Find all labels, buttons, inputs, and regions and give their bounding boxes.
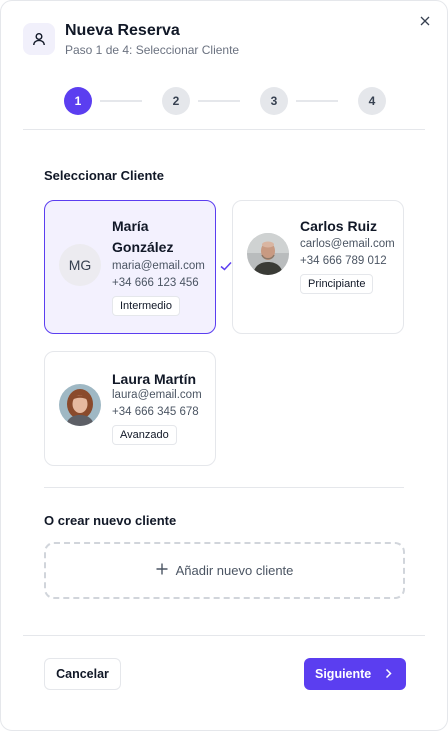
level-badge: Principiante xyxy=(300,274,374,294)
step-1: 1 xyxy=(64,87,92,115)
footer-divider xyxy=(23,635,425,636)
next-button[interactable]: Siguiente xyxy=(304,658,406,690)
client-name: Laura Martín xyxy=(112,371,197,387)
divider xyxy=(23,129,425,130)
dialog-subtitle: Paso 1 de 4: Seleccionar Cliente xyxy=(65,43,240,57)
check-icon xyxy=(219,259,233,271)
client-phone: +34 666 789 012 xyxy=(300,255,387,267)
plus-icon xyxy=(156,563,168,578)
avatar xyxy=(247,233,289,275)
client-card-laura[interactable]: Laura Martín laura@email.com +34 666 345… xyxy=(44,351,216,466)
step-connector xyxy=(296,100,338,102)
client-card-carlos[interactable]: Carlos Ruiz carlos@email.com +34 666 789… xyxy=(232,200,404,334)
client-card-maria[interactable]: MG María González maria@email.com +34 66… xyxy=(44,200,216,334)
add-client-button[interactable]: Añadir nuevo cliente xyxy=(44,542,405,599)
level-badge: Avanzado xyxy=(112,425,177,445)
new-booking-dialog: Nueva Reserva Paso 1 de 4: Seleccionar C… xyxy=(0,0,448,731)
client-email: maria@email.com xyxy=(112,260,205,272)
select-client-heading: Seleccionar Cliente xyxy=(44,168,164,183)
step-4: 4 xyxy=(358,87,386,115)
client-phone: +34 666 123 456 xyxy=(112,277,199,289)
step-connector xyxy=(100,100,142,102)
avatar: MG xyxy=(59,244,101,286)
next-button-label: Siguiente xyxy=(315,667,372,681)
avatar xyxy=(59,384,101,426)
cancel-button[interactable]: Cancelar xyxy=(44,658,121,690)
new-client-heading: O crear nuevo cliente xyxy=(44,513,177,528)
divider xyxy=(44,487,404,488)
stepper: 1 2 3 4 xyxy=(64,87,386,115)
client-name: María González xyxy=(112,218,174,255)
client-email: laura@email.com xyxy=(112,389,202,401)
step-connector xyxy=(198,100,240,102)
chevron-right-icon xyxy=(385,668,392,682)
client-email: carlos@email.com xyxy=(300,238,395,250)
client-phone: +34 666 345 678 xyxy=(112,406,199,418)
add-client-label: Añadir nuevo cliente xyxy=(175,563,294,578)
close-icon[interactable] xyxy=(417,13,433,29)
dialog-title: Nueva Reserva xyxy=(65,22,180,39)
user-icon xyxy=(23,23,55,55)
dialog-header: Nueva Reserva Paso 1 de 4: Seleccionar C… xyxy=(23,22,425,63)
level-badge: Intermedio xyxy=(112,296,180,316)
step-3: 3 xyxy=(260,87,288,115)
step-2: 2 xyxy=(162,87,190,115)
client-name: Carlos Ruiz xyxy=(300,218,378,234)
